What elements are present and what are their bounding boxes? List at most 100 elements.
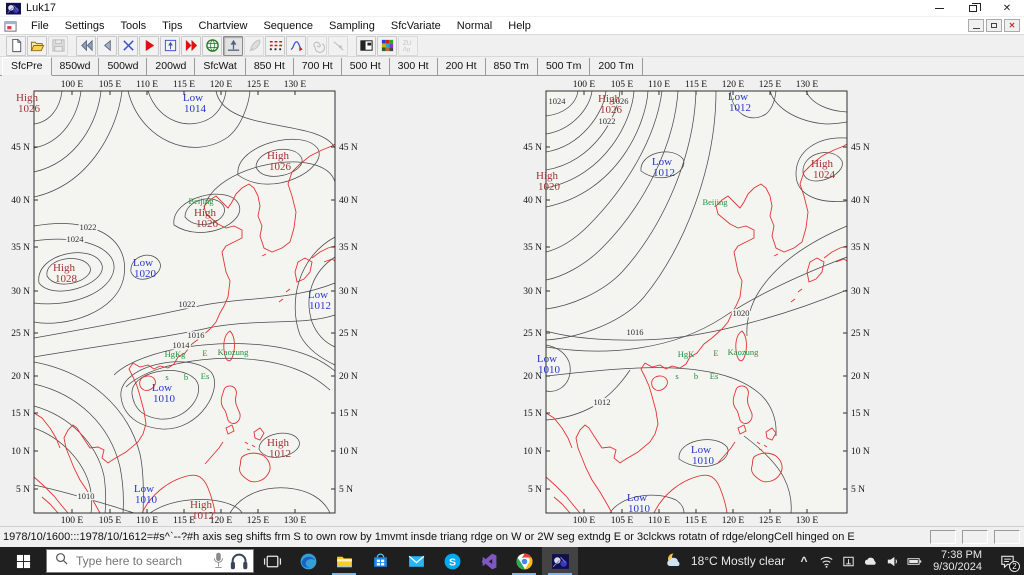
pressure-center-value: 1020 <box>134 268 157 280</box>
close-button[interactable]: ✕ <box>990 0 1024 16</box>
windows-logo-icon <box>16 554 30 568</box>
menu-item-help[interactable]: Help <box>500 19 539 33</box>
lon-label-top: 110 E <box>648 80 670 90</box>
surface-pressure-map-right[interactable]: 100 E 100 E 105 E 105 E 110 E 110 E 115 E 115 E… <box>514 76 894 526</box>
weather-desc: Mostly clear <box>721 554 786 568</box>
taskbar-app-edge[interactable] <box>290 547 326 575</box>
ascent-button[interactable] <box>223 35 243 56</box>
taskbar-clock[interactable]: 7:38 PM 9/30/2024 <box>925 549 990 573</box>
minimize-button[interactable] <box>922 0 956 16</box>
tab-200wd[interactable]: 200wd <box>147 58 196 75</box>
tab-850wd[interactable]: 850wd <box>51 58 100 75</box>
pressure-center-value: 1026 <box>269 161 292 173</box>
spiral-icon <box>312 41 325 53</box>
tab-500-ht[interactable]: 500 Ht <box>341 58 390 75</box>
tab-500wd[interactable]: 500wd <box>99 58 148 75</box>
mdi-close-button[interactable]: ✕ <box>1004 19 1020 32</box>
taskbar-app-visual-studio[interactable] <box>470 547 506 575</box>
skype-icon: S <box>444 553 460 569</box>
city-label: b <box>694 371 698 381</box>
mdi-restore-button[interactable] <box>986 19 1002 32</box>
lon-label-bottom: 130 E <box>284 516 307 526</box>
lat-label-left: 30 N <box>11 287 30 297</box>
isobar-value-label: 1024 <box>67 234 85 244</box>
fast-forward-button[interactable] <box>181 35 201 56</box>
lat-label-left: 15 N <box>11 409 30 419</box>
taskbar-app-file-explorer[interactable] <box>326 547 362 575</box>
lat-label-right: 25 N <box>851 329 870 339</box>
lat-label-right: 15 N <box>339 409 358 419</box>
fit-frame-button[interactable] <box>160 35 180 56</box>
tab-sfcwat[interactable]: SfcWat <box>195 58 246 75</box>
taskbar-app-store[interactable] <box>362 547 398 575</box>
action-center-button[interactable]: 2 <box>990 547 1024 575</box>
lat-label-right: 5 N <box>339 485 353 495</box>
tray-ime[interactable] <box>837 547 859 575</box>
city-label: Kaozung <box>728 347 759 357</box>
open-file-button[interactable] <box>27 35 47 56</box>
status-text: 1978/10/1600:::1978/10/1612=#s^`--?#h ax… <box>3 531 855 543</box>
menu-item-sampling[interactable]: Sampling <box>321 19 383 33</box>
start-button[interactable] <box>0 547 46 575</box>
tab-850-ht[interactable]: 850 Ht <box>245 58 294 75</box>
city-label: s <box>675 371 678 381</box>
close-chart-button[interactable] <box>118 35 138 56</box>
menu-item-tools[interactable]: Tools <box>112 19 154 33</box>
menu-item-settings[interactable]: Settings <box>57 19 113 33</box>
menu-item-normal[interactable]: Normal <box>449 19 500 33</box>
tab-200-tm[interactable]: 200 Tm <box>590 58 643 75</box>
taskbar-app-luk17[interactable] <box>542 547 578 575</box>
tab-500-tm[interactable]: 500 Tm <box>537 58 591 75</box>
tray-volume[interactable] <box>881 547 903 575</box>
restore-button[interactable] <box>956 0 990 16</box>
play-button[interactable] <box>139 35 159 56</box>
isobar-value-label: 1012 <box>594 397 611 407</box>
menu-item-sfcvariate[interactable]: SfcVariate <box>383 19 449 33</box>
curve-arrow-button[interactable] <box>286 35 306 56</box>
globe-button[interactable] <box>202 35 222 56</box>
palette-button[interactable] <box>377 35 397 56</box>
menu-item-tips[interactable]: Tips <box>154 19 190 33</box>
surface-pressure-map-left[interactable]: 100 E100 E105 E105 E110 E110 E115 E115 E… <box>2 76 382 526</box>
tab-300-ht[interactable]: 300 Ht <box>389 58 438 75</box>
taskbar-app-skype[interactable]: S <box>434 547 470 575</box>
tray-onedrive[interactable] <box>859 547 881 575</box>
mdi-minimize-button[interactable] <box>968 19 984 32</box>
tab-700-ht[interactable]: 700 Ht <box>293 58 342 75</box>
search-input[interactable] <box>74 553 184 569</box>
isobar-value-label: 1020 <box>733 308 750 318</box>
clock-time: 7:38 PM <box>941 549 982 561</box>
pressure-center-value: 1010 <box>135 494 158 506</box>
chrome-icon <box>516 553 532 569</box>
menu-item-file[interactable]: File <box>23 19 57 33</box>
dashed-rows-button[interactable] <box>265 35 285 56</box>
luk17-app-icon <box>551 553 569 569</box>
tray-show-hidden-icons[interactable]: ^ <box>793 547 815 575</box>
step-back-button[interactable] <box>97 35 117 56</box>
title-bar: Luk17 ✕ <box>0 0 1024 17</box>
new-file-button[interactable] <box>6 35 26 56</box>
tray-wifi[interactable] <box>815 547 837 575</box>
pressure-center-value: 1012 <box>269 448 291 460</box>
layout-button[interactable] <box>356 35 376 56</box>
chart-document-icon[interactable] <box>4 20 17 32</box>
menu-item-sequence[interactable]: Sequence <box>255 19 321 33</box>
taskbar-app-chrome[interactable] <box>506 547 542 575</box>
minimize-icon <box>934 7 944 9</box>
taskbar-search[interactable] <box>46 549 254 573</box>
tab-850-tm[interactable]: 850 Tm <box>485 58 538 75</box>
tab-200-ht[interactable]: 200 Ht <box>437 58 486 75</box>
menu-item-chartview[interactable]: Chartview <box>191 19 256 33</box>
lon-label-top: 130 E <box>796 80 819 90</box>
toolbar-separator <box>349 36 356 56</box>
step-back-fast-icon <box>80 39 93 52</box>
tab-sfcpre[interactable]: SfcPre <box>2 57 52 76</box>
tray-battery[interactable] <box>903 547 925 575</box>
task-view-button[interactable] <box>254 547 290 575</box>
taskbar-app-mail[interactable] <box>398 547 434 575</box>
step-back-fast-button[interactable] <box>76 35 96 56</box>
city-label: Beijing <box>702 197 728 207</box>
taskbar-weather[interactable]: 18°C Mostly clear <box>657 551 793 571</box>
battery-icon <box>907 557 921 565</box>
desktop-screen: Luk17 ✕ File Settings Tools Tips Chartview Se… <box>0 0 1024 575</box>
